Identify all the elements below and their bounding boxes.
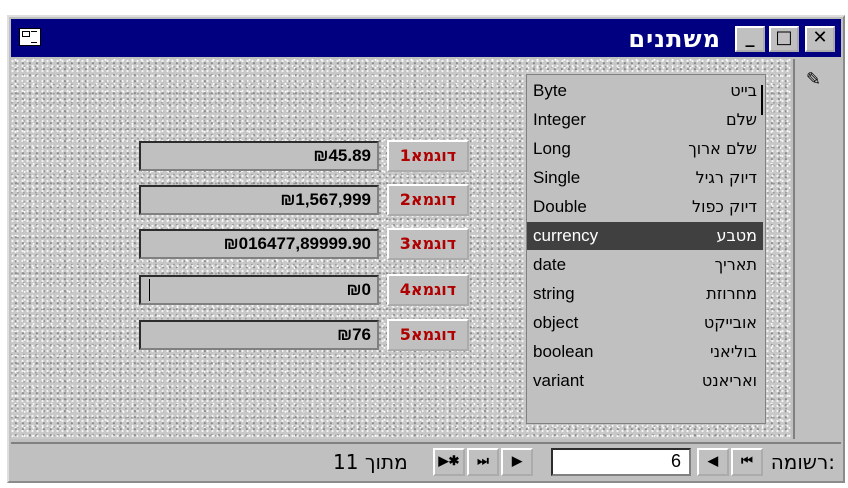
form-window: משתנים _ □ ✕ ✎ ₪45.89 דוגמא1 ₪1,567,999 …	[7, 15, 845, 483]
list-item-he: דיוק רגיל	[695, 168, 757, 187]
record-selector[interactable]: ✎	[793, 59, 833, 439]
list-item[interactable]: Integer שלם	[527, 106, 763, 134]
minimize-button[interactable]: _	[735, 26, 765, 52]
list-item-he: מחרוזת	[706, 284, 757, 303]
list-item-en: Integer	[533, 110, 586, 129]
previous-record-icon: ◀	[708, 453, 718, 468]
list-item-en: Single	[533, 168, 581, 187]
list-item[interactable]: Double דיוק כפול	[527, 193, 763, 221]
form-view-icon[interactable]	[19, 28, 41, 46]
next-record-icon: ▶	[512, 453, 522, 468]
example3-label: דוגמא3	[387, 228, 469, 260]
example2-label: דוגמא2	[387, 184, 469, 216]
list-item-he: דיוק כפול	[691, 197, 757, 216]
list-item-he: ואריאנט	[701, 371, 757, 390]
example1-label: דוגמא1	[387, 140, 469, 172]
list-item[interactable]: date תאריך	[527, 251, 763, 279]
list-item[interactable]: Byte בייט	[527, 77, 763, 105]
maximize-button[interactable]: □	[769, 26, 799, 52]
list-item-he: תאריך	[714, 255, 757, 274]
first-record-button[interactable]: ⏮	[731, 448, 763, 476]
example3-field[interactable]: ₪016477,89999.90	[139, 229, 379, 259]
list-item[interactable]: variant ואריאנט	[527, 367, 763, 395]
example5-label: דוגמא5	[387, 319, 469, 351]
close-button[interactable]: ✕	[805, 26, 835, 52]
list-item[interactable]: Single דיוק רגיל	[527, 164, 763, 192]
example1-field[interactable]: ₪45.89	[139, 141, 379, 171]
list-item-en: Double	[533, 197, 587, 216]
list-item-he: מטבע	[716, 226, 757, 245]
list-item-he: בוליאני	[710, 342, 757, 361]
list-item-en: Long	[533, 139, 571, 158]
next-record-button[interactable]: ▶	[501, 448, 533, 476]
form-detail: ✎ ₪45.89 דוגמא1 ₪1,567,999 דוגמא2 ₪01647…	[11, 59, 841, 439]
first-record-icon: ⏮	[741, 453, 753, 468]
current-record-input[interactable]: 6	[551, 448, 691, 476]
list-item-en: string	[533, 284, 575, 303]
pencil-icon: ✎	[805, 69, 821, 89]
window-title: משתנים	[628, 25, 721, 53]
last-record-icon: ⏭	[477, 453, 489, 468]
list-item-he: שלם	[725, 110, 757, 129]
text-cursor	[149, 279, 150, 301]
list-item-en: variant	[533, 371, 585, 390]
record-navigation-bar: רשומה: ⏮ ◀ 6 ▶ ⏭ ▶✱ 11 מתוך	[11, 442, 841, 480]
list-item-he: בייט	[730, 81, 757, 100]
example4-field[interactable]: ₪0	[139, 275, 379, 305]
list-item-he: שלם ארוך	[688, 139, 757, 158]
example4-label: דוגמא4	[387, 274, 469, 306]
list-item[interactable]: boolean בוליאני	[527, 338, 763, 366]
record-count-text: 11 מתוך	[333, 450, 408, 474]
list-item-en: date	[533, 255, 567, 274]
list-item[interactable]: Long שלם ארוך	[527, 135, 763, 163]
list-item[interactable]: string מחרוזת	[527, 280, 763, 308]
list-item-selected[interactable]: currency מטבע	[527, 222, 763, 250]
new-record-icon: ▶✱	[438, 453, 460, 468]
previous-record-button[interactable]: ◀	[697, 448, 729, 476]
title-bar: משתנים _ □ ✕	[11, 19, 841, 57]
list-item-he: אובייקט	[703, 313, 757, 332]
list-item[interactable]: object אובייקט	[527, 309, 763, 337]
record-label: רשומה:	[770, 450, 835, 474]
new-record-button[interactable]: ▶✱	[433, 448, 465, 476]
data-types-listbox[interactable]: Byte בייט Integer שלם Long שלם ארוך Single ד…	[526, 74, 766, 424]
last-record-button[interactable]: ⏭	[467, 448, 499, 476]
list-item-en: Byte	[533, 81, 568, 100]
example5-field[interactable]: ₪76	[139, 320, 379, 350]
example2-field[interactable]: ₪1,567,999	[139, 185, 379, 215]
list-item-en: currency	[533, 226, 599, 245]
list-item-en: object	[533, 313, 579, 332]
list-item-en: boolean	[533, 342, 594, 361]
